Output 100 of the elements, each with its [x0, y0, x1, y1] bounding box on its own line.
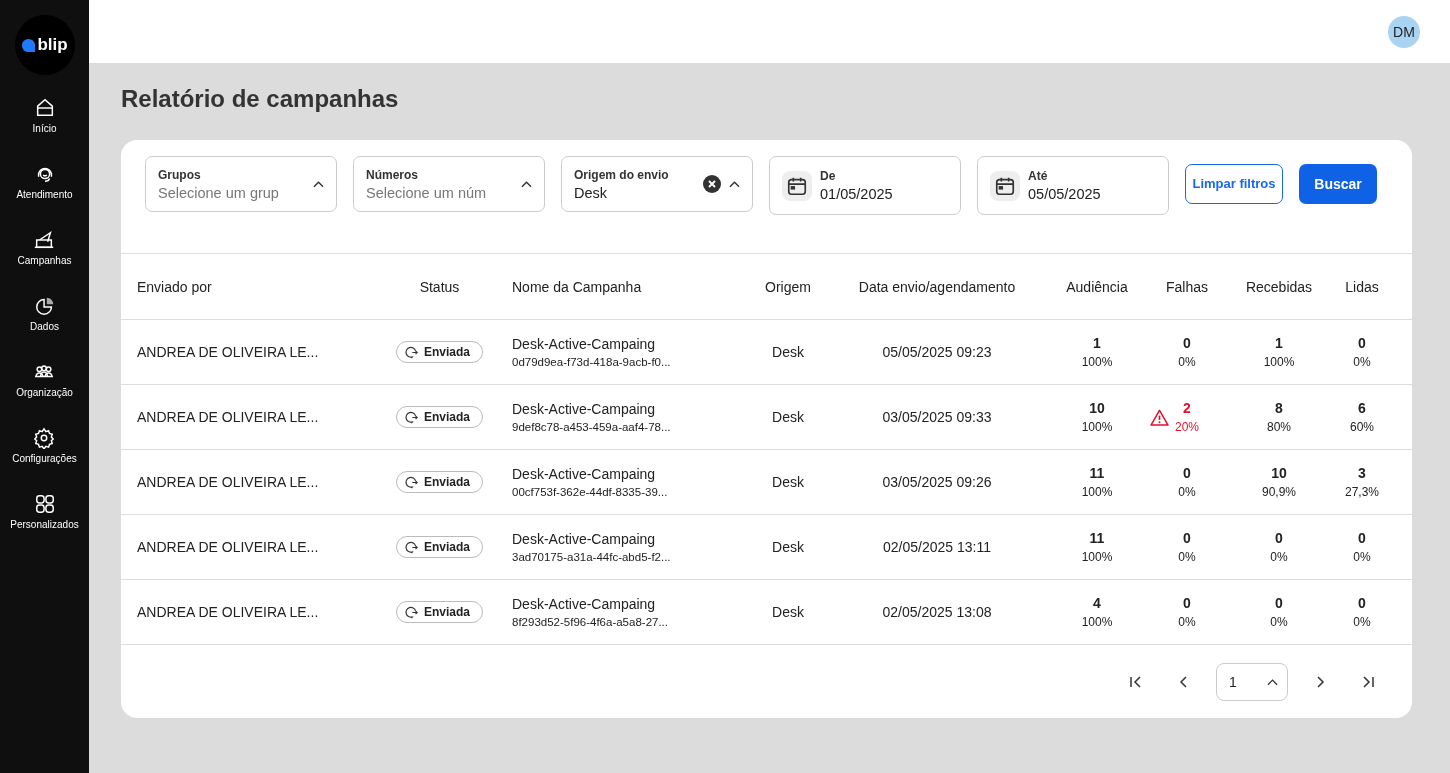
percent-value: 0% — [1353, 355, 1371, 369]
count-value: 1 — [1093, 335, 1101, 351]
date-cell: 03/05/2025 09:26 — [882, 474, 992, 490]
column-header: Recebidas — [1245, 278, 1313, 295]
logo[interactable]: blip — [14, 15, 75, 75]
field-value: Desk — [574, 184, 609, 201]
sidebar-item[interactable]: Configurações — [12, 427, 77, 493]
field-placeholder: Selecione um grup — [158, 184, 280, 201]
select-field[interactable]: Grupos Selecione um grup — [145, 156, 337, 212]
date-field[interactable]: De 01/05/2025 — [769, 156, 961, 215]
sidebar-item[interactable]: Personalizados — [10, 493, 79, 559]
percent-value: 90,9% — [1262, 485, 1296, 499]
clear-filters-button[interactable]: Limpar filtros — [1185, 164, 1283, 204]
campaign-id: 8f293d52-5f96-4f6a-a5a8-27... — [512, 616, 669, 628]
count-value: 11 — [1089, 465, 1105, 481]
field-value: 05/05/2025 — [1028, 186, 1102, 202]
percent-value: 0% — [1178, 615, 1196, 629]
percent-value: 0% — [1353, 615, 1371, 629]
sender-cell-text: ANDREA DE OLIVEIRA LE... — [137, 474, 320, 490]
percent-value: 0% — [1178, 550, 1196, 564]
campaign-name: Desk-Active-Campaing — [512, 596, 657, 612]
origin-cell: Desk — [772, 344, 804, 360]
sidebar-item[interactable]: Atendimento — [16, 163, 73, 229]
megaphone-icon — [33, 229, 56, 251]
sender-cell-text: ANDREA DE OLIVEIRA LE... — [137, 539, 320, 555]
origin-cell: Desk — [772, 474, 804, 490]
sidebar-item[interactable]: Dados — [30, 295, 59, 361]
count-value: 3 — [1358, 465, 1366, 481]
percent-value: 0% — [1178, 485, 1196, 499]
select-field[interactable]: Origem do envio Desk — [561, 156, 753, 212]
grid-icon — [33, 493, 56, 515]
percent-value: 60% — [1350, 420, 1374, 434]
count-value: 0 — [1183, 335, 1191, 351]
count-value: 0 — [1183, 530, 1191, 546]
sender-cell-text: ANDREA DE OLIVEIRA LE... — [137, 409, 320, 425]
field-placeholder: Selecione um núm — [366, 184, 488, 201]
count-value: 1 — [1275, 335, 1283, 351]
column-header: Data envio/agendamento — [858, 278, 1016, 295]
clear-icon[interactable] — [703, 175, 721, 193]
percent-value: 100% — [1081, 550, 1113, 564]
count-value: 0 — [1275, 595, 1283, 611]
field-label: Números — [366, 167, 419, 182]
count-value: 10 — [1271, 465, 1287, 481]
logo-text: blip — [37, 35, 68, 55]
percent-value: 0% — [1270, 550, 1288, 564]
campaign-id: 3ad70175-a31a-44fc-abd5-f2... — [512, 551, 672, 563]
count-value: 6 — [1358, 400, 1366, 416]
percent-value: 100% — [1081, 485, 1113, 499]
search-button[interactable]: Buscar — [1299, 164, 1377, 204]
page-select[interactable]: 1 — [1216, 662, 1288, 701]
origin-cell: Desk — [772, 539, 804, 555]
count-value: 8 — [1275, 400, 1283, 416]
campaign-id: 9def8c78-a453-459a-aaf4-78... — [512, 421, 672, 433]
last-page-icon[interactable] — [1360, 673, 1376, 690]
origin-cell: Desk — [772, 409, 804, 425]
pie-chart-icon — [33, 295, 56, 317]
first-page-icon[interactable] — [1128, 673, 1144, 690]
field-value: 01/05/2025 — [820, 186, 894, 202]
settings-icon — [33, 427, 56, 449]
count-value: 0 — [1358, 530, 1366, 546]
count-value: 10 — [1089, 400, 1105, 416]
page-title: Relatório de campanhas — [121, 85, 400, 113]
date-cell: 03/05/2025 09:33 — [882, 409, 992, 425]
percent-value: 100% — [1081, 355, 1113, 369]
percent-value: 0% — [1353, 550, 1371, 564]
field-label: Origem do envio — [574, 167, 670, 182]
percent-value: 0% — [1270, 615, 1288, 629]
column-header: Status — [419, 278, 460, 295]
date-cell: 02/05/2025 13:11 — [883, 539, 991, 555]
campaign-name: Desk-Active-Campaing — [512, 466, 657, 482]
calendar-icon — [990, 170, 1020, 201]
sidebar-item[interactable]: Organização — [16, 361, 73, 427]
date-field[interactable]: Até 05/05/2025 — [977, 156, 1169, 215]
sidebar-item[interactable]: Campanhas — [17, 229, 72, 295]
origin-cell: Desk — [772, 604, 804, 620]
caret-up-icon[interactable] — [521, 180, 532, 188]
caret-up-icon — [1267, 677, 1278, 686]
date-cell: 02/05/2025 13:08 — [882, 604, 992, 620]
percent-value: 0% — [1178, 355, 1196, 369]
percent-value: 100% — [1081, 420, 1113, 434]
column-header: Lidas — [1345, 278, 1379, 295]
column-header: Enviado por — [137, 278, 213, 295]
calendar-icon — [782, 170, 812, 201]
count-value: 0 — [1183, 465, 1191, 481]
sidebar-item[interactable]: Início — [32, 97, 57, 163]
campaign-name: Desk-Active-Campaing — [512, 401, 657, 417]
caret-up-icon[interactable] — [313, 180, 324, 188]
percent-value: 20% — [1175, 420, 1199, 434]
select-field[interactable]: Números Selecione um núm — [353, 156, 545, 212]
campaign-id: 00cf753f-362e-44df-8335-39... — [512, 486, 669, 498]
campaign-name: Desk-Active-Campaing — [512, 531, 657, 547]
column-header: Origem — [765, 278, 811, 295]
percent-value: 80% — [1267, 420, 1291, 434]
sender-cell-text: ANDREA DE OLIVEIRA LE... — [137, 604, 320, 620]
caret-up-icon[interactable] — [729, 180, 740, 188]
field-label: Grupos — [158, 167, 202, 182]
date-cell: 05/05/2025 09:23 — [882, 344, 992, 360]
field-label: De — [820, 169, 837, 183]
avatar[interactable]: DM — [1388, 15, 1420, 48]
count-value: 2 — [1183, 400, 1191, 416]
